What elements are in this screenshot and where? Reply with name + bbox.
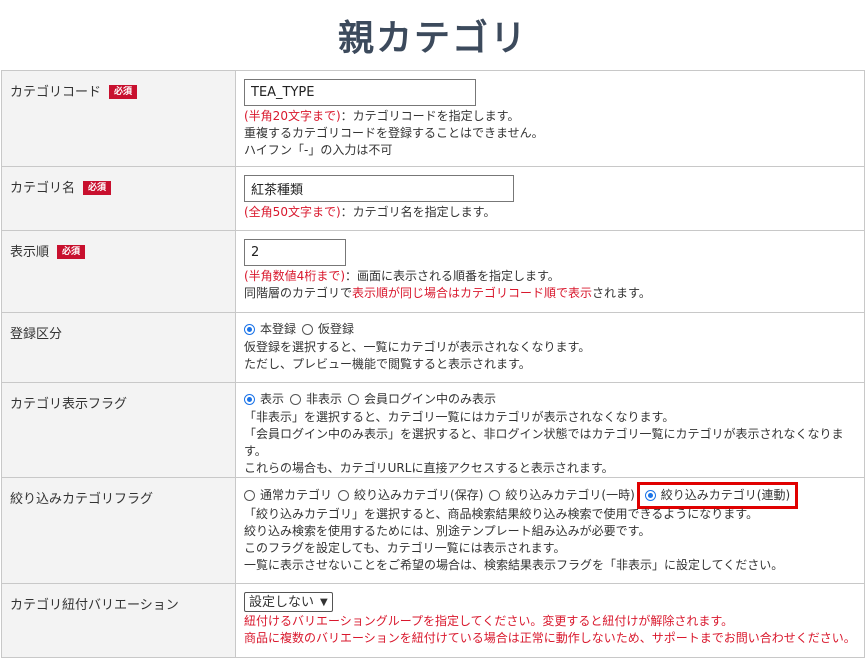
value-cell: (半角数値4桁まで)：画面に表示される順番を指定します。 同階層のカテゴリで表示… bbox=[235, 230, 865, 313]
desc-note: ：画面に表示される順番を指定します。 bbox=[345, 269, 560, 283]
label-cell: カテゴリ紐付バリエーション bbox=[1, 583, 236, 658]
value-cell: 表示 非表示 会員ログイン中のみ表示 「非表示」を選択すると、カテゴリ一覧にはカ… bbox=[235, 382, 865, 478]
category-code-input[interactable] bbox=[244, 79, 476, 106]
radio-member-only[interactable]: 会員ログイン中のみ表示 bbox=[348, 391, 496, 408]
warning-text: 商品に複数のバリエーションを紐付けている場合は正常に動作しないため、サポートまで… bbox=[244, 631, 856, 645]
radio-selected-icon bbox=[244, 324, 255, 335]
help-text: 仮登録を選択すると、一覧にカテゴリが表示されなくなります。 bbox=[244, 340, 591, 354]
radio-selected-icon bbox=[244, 394, 255, 405]
category-form: カテゴリコード必須 (半角20文字まで)：カテゴリコードを指定します。 重複する… bbox=[1, 70, 865, 658]
registration-radio-group: 本登録 仮登録 bbox=[244, 321, 864, 338]
label-cell: 登録区分 bbox=[1, 312, 236, 383]
chevron-down-icon: ▼ bbox=[320, 596, 328, 608]
required-badge: 必須 bbox=[109, 85, 138, 99]
field-label: カテゴリ紐付バリエーション bbox=[10, 598, 179, 613]
value-cell: 通常カテゴリ 絞り込みカテゴリ(保存) 絞り込みカテゴリ(一時) 絞り込みカテゴ… bbox=[235, 477, 865, 584]
field-label: 登録区分 bbox=[10, 327, 63, 342]
limit-note: (全角50文字まで) bbox=[244, 205, 341, 219]
radio-filter-linked[interactable]: 絞り込みカテゴリ(連動) bbox=[636, 482, 799, 509]
value-cell: 本登録 仮登録 仮登録を選択すると、一覧にカテゴリが表示されなくなります。 ただ… bbox=[235, 312, 865, 383]
help-text: ハイフン「-」の入力は不可 bbox=[244, 143, 393, 157]
display-flag-radio-group: 表示 非表示 会員ログイン中のみ表示 bbox=[244, 391, 864, 408]
label-cell: 絞り込みカテゴリフラグ bbox=[1, 477, 236, 584]
display-order-input[interactable] bbox=[244, 239, 346, 266]
desc-note: ：カテゴリコードを指定します。 bbox=[340, 109, 520, 123]
radio-selected-icon bbox=[644, 490, 656, 501]
radio-label: 本登録 bbox=[260, 322, 297, 336]
radio-normal-category[interactable]: 通常カテゴリ bbox=[244, 487, 332, 504]
field-label: 絞り込みカテゴリフラグ bbox=[10, 492, 154, 507]
page-title: 親カテゴリ bbox=[337, 18, 528, 59]
radio-unselected-icon bbox=[302, 324, 314, 335]
value-cell: (半角20文字まで)：カテゴリコードを指定します。 重複するカテゴリコードを登録… bbox=[235, 70, 865, 167]
help-text: このフラグを設定しても、カテゴリ一覧には表示されます。 bbox=[244, 541, 566, 555]
warning-text: 紐付けるバリエーショングループを指定してください。変更すると紐付けが解除されます… bbox=[244, 614, 734, 628]
row-display-order: 表示順必須 (半角数値4桁まで)：画面に表示される順番を指定します。 同階層のカ… bbox=[1, 230, 865, 313]
help-text: 同階層のカテゴリで bbox=[244, 286, 353, 300]
help-text-highlight: 表示順が同じ場合はカテゴリコード順で表示 bbox=[352, 286, 593, 300]
radio-unselected-icon bbox=[244, 490, 255, 501]
field-label: 表示順 bbox=[10, 245, 50, 260]
label-cell: カテゴリ名 必須 bbox=[1, 166, 236, 231]
radio-temp-registration[interactable]: 仮登録 bbox=[302, 321, 354, 338]
help-text: 一覧に表示させないことをご希望の場合は、検索結果表示フラグを「非表示」に設定して… bbox=[244, 558, 784, 572]
row-display-flag: カテゴリ表示フラグ 表示 非表示 会員ログイン中のみ表示 「非表示」を選択すると… bbox=[1, 382, 865, 478]
radio-unselected-icon bbox=[290, 394, 302, 405]
help-text: ただし、プレビュー機能で閲覧すると表示されます。 bbox=[244, 357, 531, 371]
help-text: されます。 bbox=[592, 286, 651, 300]
variation-select[interactable]: 設定しない ▼ bbox=[244, 592, 333, 612]
radio-label: 表示 bbox=[260, 392, 285, 406]
radio-label: 通常カテゴリ bbox=[260, 488, 333, 502]
value-cell: (全角50文字まで)：カテゴリ名を指定します。 bbox=[235, 166, 865, 231]
radio-label: 仮登録 bbox=[318, 322, 355, 336]
row-registration: 登録区分 本登録 仮登録 仮登録を選択すると、一覧にカテゴリが表示されなくなりま… bbox=[1, 312, 865, 383]
row-filter-flag: 絞り込みカテゴリフラグ 通常カテゴリ 絞り込みカテゴリ(保存) 絞り込みカテゴリ… bbox=[1, 477, 865, 584]
radio-label: 会員ログイン中のみ表示 bbox=[364, 392, 497, 406]
help-text: 「会員ログイン中のみ表示」を選択すると、非ログイン状態ではカテゴリ一覧にカテゴリ… bbox=[244, 427, 844, 458]
radio-unselected-icon bbox=[348, 394, 360, 405]
help-text: 「絞り込みカテゴリ」を選択すると、商品検索結果絞り込み検索で使用できるようになり… bbox=[244, 507, 759, 521]
label-cell: カテゴリコード 必須 bbox=[1, 70, 236, 167]
limit-note: (半角20文字まで) bbox=[244, 109, 341, 123]
radio-label: 絞り込みカテゴリ(保存) bbox=[354, 488, 484, 502]
radio-display[interactable]: 表示 bbox=[244, 391, 284, 408]
required-badge: 必須 bbox=[57, 245, 86, 259]
radio-unselected-icon bbox=[489, 490, 501, 501]
label-cell: カテゴリ表示フラグ bbox=[1, 382, 236, 478]
select-value: 設定しない bbox=[249, 594, 315, 610]
row-category-name: カテゴリ名必須 (全角50文字まで)：カテゴリ名を指定します。 bbox=[1, 166, 865, 231]
desc-note: ：カテゴリ名を指定します。 bbox=[340, 205, 496, 219]
radio-main-registration[interactable]: 本登録 bbox=[244, 321, 296, 338]
help-text: 「非表示」を選択すると、カテゴリ一覧にはカテゴリが表示されなくなります。 bbox=[244, 410, 675, 424]
radio-label: 非表示 bbox=[306, 392, 343, 406]
category-name-input[interactable] bbox=[244, 175, 514, 202]
field-label: カテゴリコード bbox=[10, 85, 102, 100]
radio-filter-saved[interactable]: 絞り込みカテゴリ(保存) bbox=[338, 487, 483, 504]
help-text: 絞り込み検索を使用するためには、別途テンプレート組み込みが必要です。 bbox=[244, 524, 651, 538]
value-cell: 設定しない ▼ 紐付けるバリエーショングループを指定してください。変更すると紐付け… bbox=[235, 583, 865, 658]
radio-filter-temporary[interactable]: 絞り込みカテゴリ(一時) bbox=[489, 487, 635, 504]
label-cell: 表示順 必須 bbox=[1, 230, 236, 313]
limit-note: (半角数値4桁まで) bbox=[244, 269, 345, 283]
radio-unselected-icon bbox=[338, 490, 350, 501]
required-badge: 必須 bbox=[83, 181, 112, 195]
radio-label: 絞り込みカテゴリ(一時) bbox=[505, 488, 635, 502]
radio-label: 絞り込みカテゴリ(連動) bbox=[660, 488, 791, 502]
help-text: これらの場合も、カテゴリURLに直接アクセスすると表示されます。 bbox=[244, 461, 614, 475]
field-label: カテゴリ名 bbox=[10, 181, 76, 196]
field-label: カテゴリ表示フラグ bbox=[10, 397, 128, 412]
radio-hidden[interactable]: 非表示 bbox=[290, 391, 342, 408]
filter-flag-radio-group: 通常カテゴリ 絞り込みカテゴリ(保存) 絞り込みカテゴリ(一時) 絞り込みカテゴ… bbox=[244, 482, 864, 509]
row-category-code: カテゴリコード必須 (半角20文字まで)：カテゴリコードを指定します。 重複する… bbox=[1, 70, 865, 167]
row-variation: カテゴリ紐付バリエーション 設定しない ▼ 紐付けるバリエーショングループを指定し… bbox=[1, 583, 865, 658]
help-text: 重複するカテゴリコードを登録することはできません。 bbox=[244, 126, 544, 140]
